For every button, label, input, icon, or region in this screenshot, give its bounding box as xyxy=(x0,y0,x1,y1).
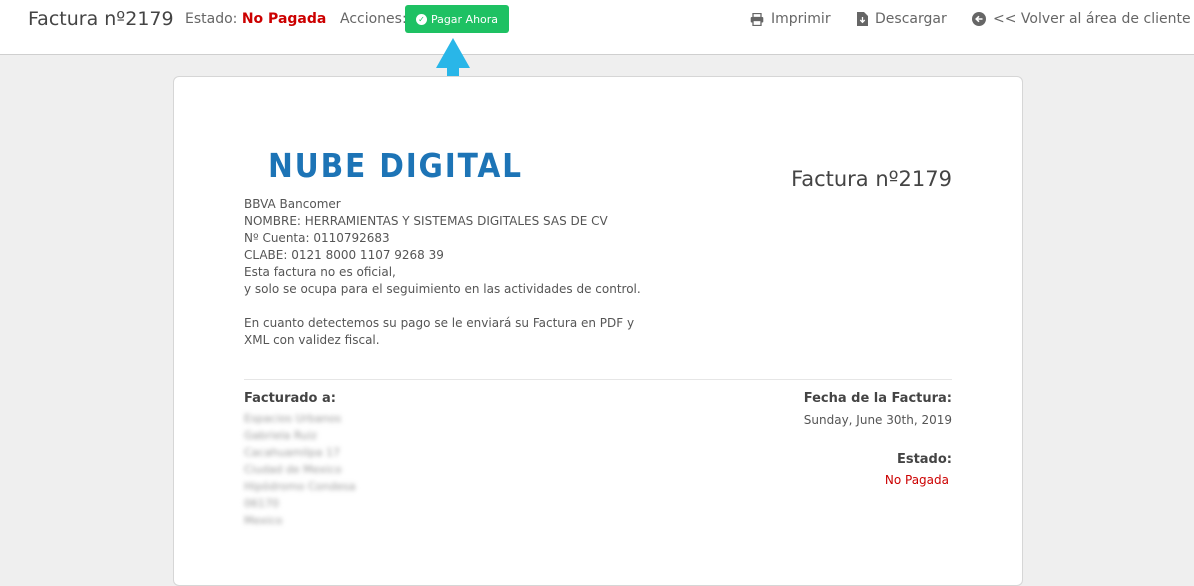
address-line: Hipódromo Condesa xyxy=(244,480,356,493)
invoice-title: Factura nº2179 xyxy=(791,167,952,191)
pay-now-label: Pagar Ahora xyxy=(430,12,499,26)
billed-to-address: Espacios Urbanos Gabriela Ruiz Cacahuami… xyxy=(244,410,356,529)
printer-icon xyxy=(750,12,764,26)
header-status: Estado: No Pagada xyxy=(185,11,326,27)
status-label: Estado: xyxy=(185,11,238,27)
pay-now-button[interactable]: ✓ Pagar Ahora xyxy=(405,5,509,33)
status-value: No Pagada xyxy=(241,11,327,27)
pay-info-line: CLABE: 0121 8000 1107 9268 39 xyxy=(244,248,444,262)
company-logo: NUBE DIGITAL xyxy=(268,146,523,185)
pay-info-line: NOMBRE: HERRAMIENTAS Y SISTEMAS DIGITALE… xyxy=(244,214,608,228)
actions-label: Acciones: xyxy=(340,11,407,27)
download-label: Descargar xyxy=(875,11,947,27)
print-link[interactable]: Imprimir xyxy=(750,11,831,27)
section-divider xyxy=(244,379,952,380)
pay-info-line: XML con validez fiscal. xyxy=(244,333,380,347)
file-download-icon xyxy=(857,12,868,26)
invoice-status-heading: Estado: xyxy=(896,452,952,467)
address-line: Ciudad de Mexico xyxy=(244,463,342,476)
pay-to-info: BBVA Bancomer NOMBRE: HERRAMIENTAS Y SIS… xyxy=(244,196,641,349)
back-link[interactable]: << Volver al área de cliente xyxy=(972,11,1191,27)
pay-info-line: Nº Cuenta: 0110792683 xyxy=(244,231,390,245)
pay-info-line: Esta factura no es oficial, xyxy=(244,265,396,279)
address-line: Mexico xyxy=(244,514,283,527)
check-circle-icon: ✓ xyxy=(415,13,427,25)
pay-info-line: BBVA Bancomer xyxy=(244,197,341,211)
download-link[interactable]: Descargar xyxy=(857,11,947,27)
billed-to-heading: Facturado a: xyxy=(244,391,336,406)
pay-info-line: y solo se ocupa para el seguimiento en l… xyxy=(244,282,641,296)
invoice-status-value: No Pagada xyxy=(884,473,949,487)
page-title: Factura nº2179 xyxy=(28,8,174,30)
address-line: 06170 xyxy=(244,497,279,510)
address-line: Espacios Urbanos xyxy=(244,412,342,425)
back-label: << Volver al área de cliente xyxy=(993,11,1191,27)
pay-info-line: En cuanto detectemos su pago se le envia… xyxy=(244,316,635,330)
pay-info-line xyxy=(244,298,641,315)
address-line: Cacahuamilpa 17 xyxy=(244,446,340,459)
top-bar: Factura nº2179 Estado: No Pagada Accione… xyxy=(0,0,1194,55)
invoice-date-heading: Fecha de la Factura: xyxy=(803,391,952,406)
arrow-circle-left-icon xyxy=(972,12,986,26)
print-label: Imprimir xyxy=(771,11,831,27)
address-line: Gabriela Ruiz xyxy=(244,429,317,442)
invoice-date-value: Sunday, June 30th, 2019 xyxy=(803,413,952,427)
